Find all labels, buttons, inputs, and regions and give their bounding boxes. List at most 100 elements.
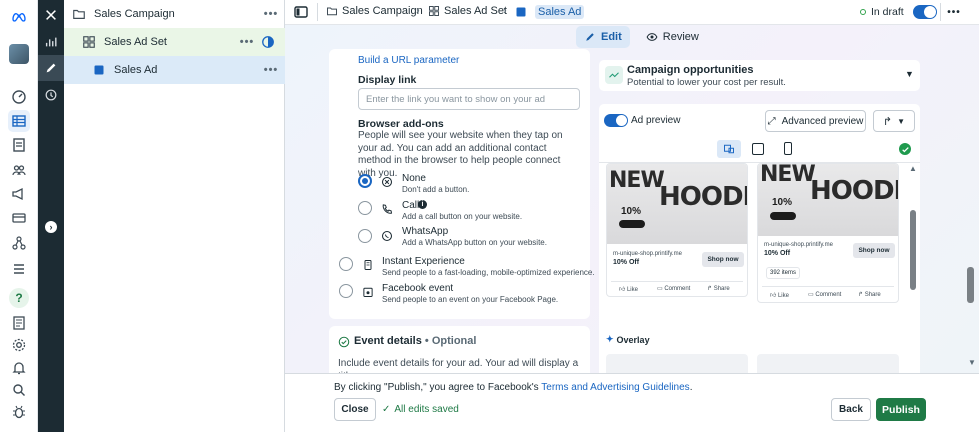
share-arrow-icon: ↱ [882,115,893,128]
share-action[interactable]: ↱ Share [858,291,881,298]
option-subtitle: Send people to an event on your Facebook… [382,295,559,304]
draft-toggle[interactable] [913,5,937,19]
menu-icon[interactable] [8,258,30,280]
document-icon[interactable] [8,312,30,334]
preview-scrollbar[interactable] [910,210,916,290]
tree-item-adset[interactable]: Sales Ad Set ••• [64,28,285,56]
publish-agreement-text: By clicking "Publish," you agree to Face… [334,382,692,393]
megaphone-icon[interactable] [8,183,30,205]
ad-domain: m-unique-shop.printify.me [613,251,682,257]
grid-icon [429,6,439,16]
breadcrumb-ad[interactable]: Sales Ad [515,5,585,19]
close-button[interactable]: Close [334,398,376,421]
option-title: Facebook event [382,283,454,294]
saved-label: All edits saved [394,404,459,415]
tree-item-campaign[interactable]: Sales Campaign ••• [64,0,285,28]
scroll-down-arrow[interactable]: ▼ [968,358,976,367]
ad-preview-card[interactable]: NEW HOODIE 10% m-unique-shop.printify.me… [757,163,899,303]
half-circle-icon[interactable] [261,35,275,49]
meta-logo-icon[interactable] [8,6,30,28]
search-icon[interactable] [8,379,30,401]
table-icon[interactable] [8,110,30,132]
share-dropdown-button[interactable]: ↱ ▼ [873,110,915,132]
more-options-icon[interactable]: ••• [263,8,279,20]
instant-experience-icon [362,259,374,271]
grid-icon [82,35,96,49]
main-scrollbar[interactable] [967,267,974,303]
back-button[interactable]: Back [831,398,871,421]
comment-action[interactable]: ▭ Comment [808,291,841,298]
ad-offer: 10% Off [613,259,640,266]
expand-chevron-icon[interactable]: › [38,214,64,240]
edit-pencil-icon[interactable] [38,55,64,81]
publish-button[interactable]: Publish [876,398,926,421]
campaign-opportunities-card[interactable]: Campaign opportunities Potential to lowe… [599,60,920,91]
ad-item-count: 392 items [766,267,801,279]
ad-image-headline: NEW [609,168,665,193]
bug-icon[interactable] [8,401,30,423]
pages-icon[interactable] [8,134,30,156]
placement-feed-icon[interactable] [717,140,741,158]
sparkle-icon: ✦ [606,334,614,344]
folder-icon [327,7,337,16]
share-label: Share [713,286,730,292]
sidebar-toggle-icon[interactable] [293,4,311,20]
campaign-tree-panel: Sales Campaign ••• Sales Ad Set ••• Sale… [64,0,285,432]
gauge-icon[interactable] [8,86,30,108]
placement-square-icon[interactable] [752,143,764,155]
pencil-icon [586,33,594,41]
comment-action[interactable]: ▭ Comment [657,285,690,292]
shop-now-button[interactable]: Shop now [702,252,744,267]
share-action[interactable]: ↱ Share [707,285,730,292]
close-icon[interactable] [38,2,64,28]
shop-now-button[interactable]: Shop now [853,243,895,258]
overlay-label: ✦ Overlay [606,334,650,345]
breadcrumb-label: Sales Ad [535,5,585,19]
url-parameter-link[interactable]: Build a URL parameter [358,55,459,66]
terms-link[interactable]: Terms and Advertising Guidelines [541,382,689,393]
more-options-icon[interactable]: ••• [263,64,279,76]
chevron-down-icon[interactable]: ▼ [905,69,914,79]
settings-icon[interactable] [8,334,30,356]
like-action[interactable]: 👍︎ Like [770,291,789,299]
tab-review[interactable]: Review [638,26,707,48]
history-icon[interactable] [38,82,64,108]
tree-item-ad[interactable]: Sales Ad ••• [64,56,285,84]
card-icon[interactable] [8,207,30,229]
display-link-input[interactable]: Enter the link you want to show on your … [358,88,580,110]
advanced-preview-button[interactable]: ⤢ Advanced preview [765,110,866,132]
network-icon[interactable] [8,232,30,254]
option-subtitle: Add a WhatsApp button on your website. [402,238,547,247]
info-icon[interactable]: i [418,200,427,209]
ad-square-icon [515,6,531,18]
breadcrumb-label: Sales Campaign [342,5,423,17]
tree-item-label: Sales Ad [114,64,158,76]
bell-icon[interactable] [8,357,30,379]
placement-mobile-icon[interactable] [784,142,792,155]
help-icon[interactable]: ? [8,287,30,309]
like-action[interactable]: 👍︎ Like [619,285,638,293]
breadcrumb-campaign[interactable]: Sales Campaign [326,5,423,17]
back-label: Back [839,404,863,415]
opportunities-title: Campaign opportunities [627,64,754,76]
more-options-button[interactable]: ••• [941,0,967,24]
option-whatsapp-radio[interactable] [358,229,372,243]
option-call-radio[interactable] [358,201,372,215]
breadcrumb-label: Sales Ad Set [444,5,507,17]
chart-icon[interactable] [38,29,64,55]
ad-image-headline: NEW [760,163,816,187]
ad-preview-card[interactable]: NEW HOODIE 10% m-unique-shop.printify.me… [606,163,748,297]
avatar[interactable] [8,43,30,65]
option-none-radio[interactable] [358,174,372,188]
ad-image: NEW HOODIE 10% [607,164,747,244]
people-icon[interactable] [8,159,30,181]
saved-status: ✓ All edits saved [382,404,459,415]
ad-preview-toggle[interactable] [604,114,628,127]
option-instant-experience-radio[interactable] [339,257,353,271]
more-options-icon[interactable]: ••• [239,36,255,48]
scroll-up-arrow[interactable]: ▲ [909,164,917,173]
ad-image-discount: 10% [772,197,793,208]
tab-edit[interactable]: Edit [576,26,630,48]
option-facebook-event-radio[interactable] [339,284,353,298]
breadcrumb-adset[interactable]: Sales Ad Set [428,5,507,17]
